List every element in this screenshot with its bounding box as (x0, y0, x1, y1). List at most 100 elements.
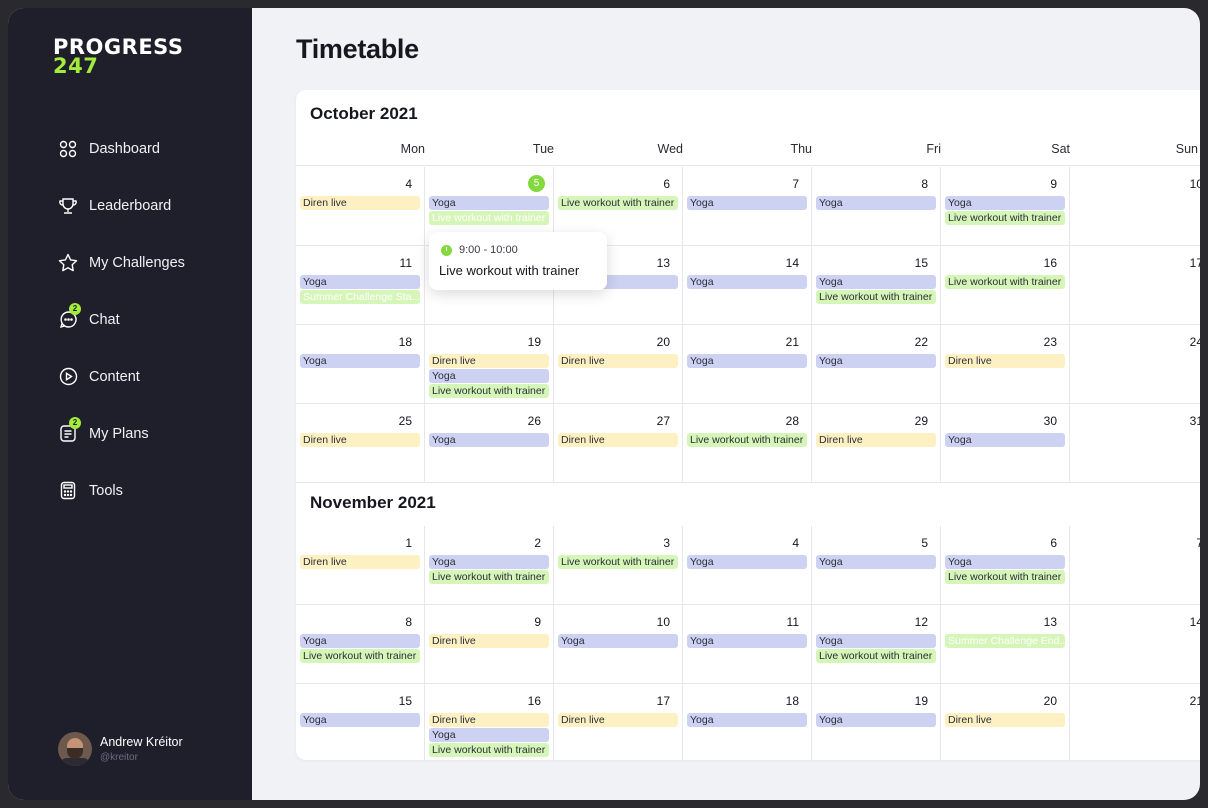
calendar-event[interactable]: Live workout with trainer (429, 384, 549, 398)
calendar-event[interactable]: Diren live (945, 713, 1065, 727)
calendar-event[interactable]: Diren live (558, 713, 678, 727)
day-cell[interactable]: 17 (1070, 246, 1200, 325)
day-cell[interactable]: 12 Yoga Live workout with trainer (812, 605, 941, 684)
event-tooltip[interactable]: 9:00 - 10:00 Live workout with trainer (429, 232, 607, 290)
day-cell[interactable]: 2 Yoga Live workout with trainer (425, 526, 554, 605)
calendar-event[interactable]: Live workout with trainer (429, 570, 549, 584)
day-cell[interactable]: 10 (1070, 167, 1200, 246)
day-cell[interactable]: 17 Diren live (554, 684, 683, 760)
day-cell[interactable]: 11 Yoga Summer Challenge Sta... (296, 246, 425, 325)
calendar-event[interactable]: Yoga (687, 713, 807, 727)
day-cell[interactable]: 29 Diren live (812, 404, 941, 483)
day-cell[interactable]: 16 Live workout with trainer (941, 246, 1070, 325)
day-cell[interactable]: 30 Yoga (941, 404, 1070, 483)
sidebar-item-my-plans[interactable]: 2 My Plans (58, 405, 185, 462)
calendar-event[interactable]: Live workout with trainer (300, 649, 420, 663)
day-cell[interactable]: 9 Diren live (425, 605, 554, 684)
calendar-event[interactable]: Yoga (558, 634, 678, 648)
day-cell[interactable]: 24 (1070, 325, 1200, 404)
day-cell[interactable]: 15 Yoga Live workout with trainer (812, 246, 941, 325)
day-cell[interactable]: 16 Diren live Yoga Live workout with traine… (425, 684, 554, 760)
calendar-event[interactable]: Live workout with trainer (816, 649, 936, 663)
day-cell[interactable]: 15 Yoga (296, 684, 425, 760)
sidebar-item-my-challenges[interactable]: My Challenges (58, 234, 185, 291)
calendar-event[interactable]: Yoga (429, 555, 549, 569)
calendar-event[interactable]: Live workout with trainer (429, 211, 549, 225)
calendar-event[interactable]: Live workout with trainer (687, 433, 807, 447)
calendar-event[interactable]: Yoga (945, 196, 1065, 210)
sidebar-item-tools[interactable]: Tools (58, 462, 185, 519)
calendar-event[interactable]: Yoga (687, 634, 807, 648)
calendar-event[interactable]: Yoga (687, 555, 807, 569)
day-cell[interactable]: 7 Yoga (683, 167, 812, 246)
day-cell[interactable]: 31 (1070, 404, 1200, 483)
calendar-event[interactable]: Yoga (816, 354, 936, 368)
calendar-event[interactable]: Yoga (687, 275, 807, 289)
calendar-event[interactable]: Diren live (816, 433, 936, 447)
avatar[interactable] (58, 732, 92, 766)
day-cell[interactable]: 22 Yoga (812, 325, 941, 404)
day-cell[interactable]: 1 Diren live (296, 526, 425, 605)
sidebar-item-chat[interactable]: 2 Chat (58, 291, 185, 348)
calendar-event[interactable]: Live workout with trainer (558, 555, 678, 569)
calendar-event[interactable]: Live workout with trainer (816, 290, 936, 304)
day-cell[interactable]: 23 Diren live (941, 325, 1070, 404)
calendar-event[interactable]: Summer Challenge End... (945, 634, 1065, 648)
day-cell[interactable]: 19 Diren live Yoga Live workout with traine… (425, 325, 554, 404)
calendar-event[interactable]: Diren live (558, 354, 678, 368)
calendar-event[interactable]: Yoga (429, 728, 549, 742)
day-cell[interactable]: 5 Yoga (812, 526, 941, 605)
calendar-event[interactable]: Live workout with trainer (429, 743, 549, 757)
calendar-event[interactable]: Yoga (945, 433, 1065, 447)
calendar-event[interactable]: Yoga (816, 713, 936, 727)
day-cell[interactable]: 21 Yoga (683, 325, 812, 404)
sidebar-item-leaderboard[interactable]: Leaderboard (58, 177, 185, 234)
day-cell[interactable]: 21 (1070, 684, 1200, 760)
calendar-event[interactable]: Yoga (687, 196, 807, 210)
day-cell[interactable]: 19 Yoga (812, 684, 941, 760)
day-cell[interactable]: 20 Diren live (554, 325, 683, 404)
calendar-event[interactable]: Live workout with trainer (945, 275, 1065, 289)
sidebar-item-content[interactable]: Content (58, 348, 185, 405)
calendar-event[interactable]: Yoga (300, 275, 420, 289)
calendar-event[interactable]: Live workout with trainer (945, 211, 1065, 225)
calendar-event[interactable]: Diren live (429, 713, 549, 727)
day-cell[interactable]: 8 Yoga (812, 167, 941, 246)
day-cell[interactable]: 18 Yoga (296, 325, 425, 404)
calendar-event[interactable]: Diren live (429, 634, 549, 648)
calendar-event[interactable]: Diren live (558, 433, 678, 447)
day-cell[interactable]: 4 Yoga (683, 526, 812, 605)
day-cell[interactable]: 13 Summer Challenge End... (941, 605, 1070, 684)
day-cell[interactable]: 9 Yoga Live workout with trainer (941, 167, 1070, 246)
sidebar-item-dashboard[interactable]: Dashboard (58, 120, 185, 177)
day-cell[interactable]: 7 (1070, 526, 1200, 605)
calendar-event[interactable]: Yoga (687, 354, 807, 368)
calendar-event[interactable]: Diren live (945, 354, 1065, 368)
calendar-event[interactable]: Diren live (300, 555, 420, 569)
day-cell[interactable]: 27 Diren live (554, 404, 683, 483)
calendar-event[interactable]: Yoga (945, 555, 1065, 569)
day-cell[interactable]: 3 Live workout with trainer (554, 526, 683, 605)
calendar-event[interactable]: Live workout with trainer (558, 196, 678, 210)
day-cell[interactable]: 20 Diren live (941, 684, 1070, 760)
calendar-event[interactable]: Yoga (429, 369, 549, 383)
calendar-event[interactable]: Diren live (429, 354, 549, 368)
day-cell[interactable]: 6 Yoga Live workout with trainer (941, 526, 1070, 605)
calendar-event[interactable]: Yoga (816, 275, 936, 289)
day-cell[interactable]: 11 Yoga (683, 605, 812, 684)
day-cell[interactable]: 18 Yoga (683, 684, 812, 760)
calendar-event[interactable]: Yoga (429, 196, 549, 210)
day-cell[interactable]: 14 (1070, 605, 1200, 684)
calendar-event[interactable]: Yoga (816, 634, 936, 648)
calendar-event[interactable]: Live workout with trainer (945, 570, 1065, 584)
day-cell[interactable]: 10 Yoga (554, 605, 683, 684)
logo[interactable]: PROGRESS 247 (53, 37, 183, 77)
calendar-event[interactable]: Yoga (816, 196, 936, 210)
day-cell[interactable]: 25 Diren live (296, 404, 425, 483)
day-cell[interactable]: 26 Yoga (425, 404, 554, 483)
calendar-event[interactable]: Yoga (429, 433, 549, 447)
calendar-event[interactable]: Yoga (816, 555, 936, 569)
calendar-event[interactable]: Yoga (300, 354, 420, 368)
day-cell[interactable]: 4 Diren live (296, 167, 425, 246)
calendar-event[interactable]: Yoga (300, 713, 420, 727)
